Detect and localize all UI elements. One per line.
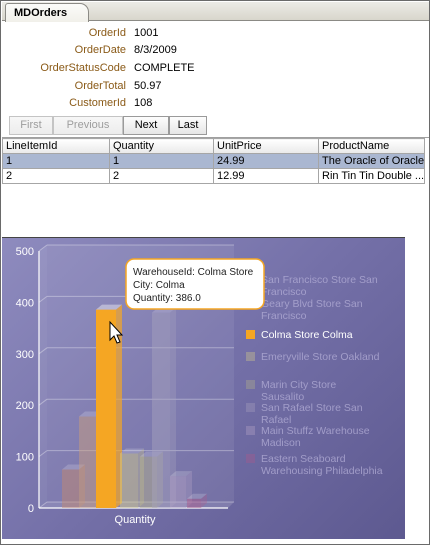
x-axis-label: Quantity <box>115 514 156 526</box>
field-label: CustomerId <box>69 97 126 109</box>
table-row[interactable]: 2 2 12.99 Rin Tin Tin Double ... <box>2 168 425 184</box>
bar-face[interactable] <box>79 416 97 508</box>
tooltip-line: WarehouseId: Colma Store <box>133 267 254 278</box>
chart-tooltip: WarehouseId: Colma Store City: Colma Quant… <box>125 258 265 310</box>
table-cell[interactable]: 24.99 <box>213 153 319 169</box>
column-header[interactable]: LineItemId <box>2 138 110 154</box>
legend-swatch <box>246 330 255 339</box>
last-button[interactable]: Last <box>169 116 207 135</box>
field-value[interactable]: 1001 <box>134 27 158 39</box>
field-ordertotal: OrderTotal 50.97 <box>1 80 301 96</box>
bar-face[interactable] <box>187 498 201 508</box>
field-label: OrderTotal <box>74 80 126 92</box>
previous-button[interactable]: Previous <box>53 116 123 135</box>
legend-swatch <box>246 352 255 361</box>
field-value[interactable]: 50.97 <box>134 80 162 92</box>
bar-face[interactable] <box>170 476 186 508</box>
legend-label: Francisco <box>261 310 307 322</box>
tab-strip: MDOrders <box>2 2 429 22</box>
bar-face[interactable] <box>62 469 79 508</box>
window-frame: MDOrders OrderId 1001 OrderDate 8/3/2009… <box>0 0 430 545</box>
y-tick-label: 200 <box>16 400 34 412</box>
field-value[interactable]: 108 <box>134 97 152 109</box>
legend-label: Colma Store Colma <box>261 329 353 341</box>
bar-face[interactable] <box>96 309 116 508</box>
tooltip-line: Quantity: 386.0 <box>133 293 201 304</box>
table-row[interactable]: 1 1 24.99 The Oracle of Oracle <box>2 153 425 169</box>
y-tick-label: 100 <box>16 452 34 464</box>
legend-swatch <box>246 403 255 412</box>
chart-left-wall <box>39 245 47 508</box>
field-orderstatuscode: OrderStatusCode COMPLETE <box>1 62 301 78</box>
legend-label: Eastern Seaboard <box>261 453 346 465</box>
tab-mdorders[interactable]: MDOrders <box>5 3 89 22</box>
legend-label: Geary Blvd Store San <box>261 298 363 310</box>
legend-label: Main Stuffz Warehouse <box>261 425 370 437</box>
legend-label: San Rafael Store San <box>261 402 363 414</box>
y-tick-label: 0 <box>28 503 34 515</box>
legend-label: Warehousing Philadelphia <box>261 465 383 477</box>
column-header[interactable]: UnitPrice <box>213 138 319 154</box>
table-cell[interactable]: 12.99 <box>213 168 319 184</box>
legend-label: San Francisco Store San <box>261 274 378 286</box>
field-label: OrderStatusCode <box>40 62 126 74</box>
lineitems-grid: LineItemId Quantity UnitPrice ProductNam… <box>2 137 429 237</box>
table-cell[interactable]: 1 <box>109 153 214 169</box>
field-orderid: OrderId 1001 <box>1 27 301 43</box>
tooltip-line: City: Colma <box>133 280 185 291</box>
y-tick-label: 400 <box>16 297 34 309</box>
legend-label: Francisco <box>261 286 307 298</box>
field-value[interactable]: 8/3/2009 <box>134 44 177 56</box>
lineitems-table: LineItemId Quantity UnitPrice ProductNam… <box>2 138 425 184</box>
column-header[interactable]: ProductName <box>318 138 425 154</box>
table-cell[interactable]: Rin Tin Tin Double ... <box>318 168 425 184</box>
table-header-row: LineItemId Quantity UnitPrice ProductNam… <box>2 138 425 154</box>
bar-face[interactable] <box>120 453 138 508</box>
next-button[interactable]: Next <box>123 116 169 135</box>
chart-side-margin <box>405 237 429 539</box>
legend-swatch <box>246 426 255 435</box>
legend-label: Marin City Store <box>261 379 336 391</box>
field-orderdate: OrderDate 8/3/2009 <box>1 44 301 60</box>
legend-swatch <box>246 454 255 463</box>
chart-panel: 0 100 200 300 400 500 Quantity San Francisco St… <box>2 237 405 539</box>
field-customerid: CustomerId 108 <box>1 97 301 113</box>
table-cell[interactable]: 1 <box>2 153 110 169</box>
legend-label: Madison <box>261 437 301 449</box>
column-header[interactable]: Quantity <box>109 138 214 154</box>
field-label: OrderDate <box>74 44 126 56</box>
table-cell[interactable]: 2 <box>2 168 110 184</box>
field-label: OrderId <box>88 27 126 39</box>
field-value[interactable]: COMPLETE <box>134 62 195 74</box>
record-navigator: First Previous Next Last <box>9 116 209 135</box>
y-tick-label: 500 <box>16 246 34 258</box>
legend-swatch <box>246 380 255 389</box>
bar-face[interactable] <box>152 312 170 508</box>
table-cell[interactable]: 2 <box>109 168 214 184</box>
table-cell[interactable]: The Oracle of Oracle <box>318 153 425 169</box>
quantity-bar-chart[interactable]: 0 100 200 300 400 500 Quantity San Francisco St… <box>2 238 405 540</box>
first-button[interactable]: First <box>9 116 53 135</box>
y-tick-label: 300 <box>16 349 34 361</box>
legend-label: Emeryville Store Oakland <box>261 351 380 363</box>
